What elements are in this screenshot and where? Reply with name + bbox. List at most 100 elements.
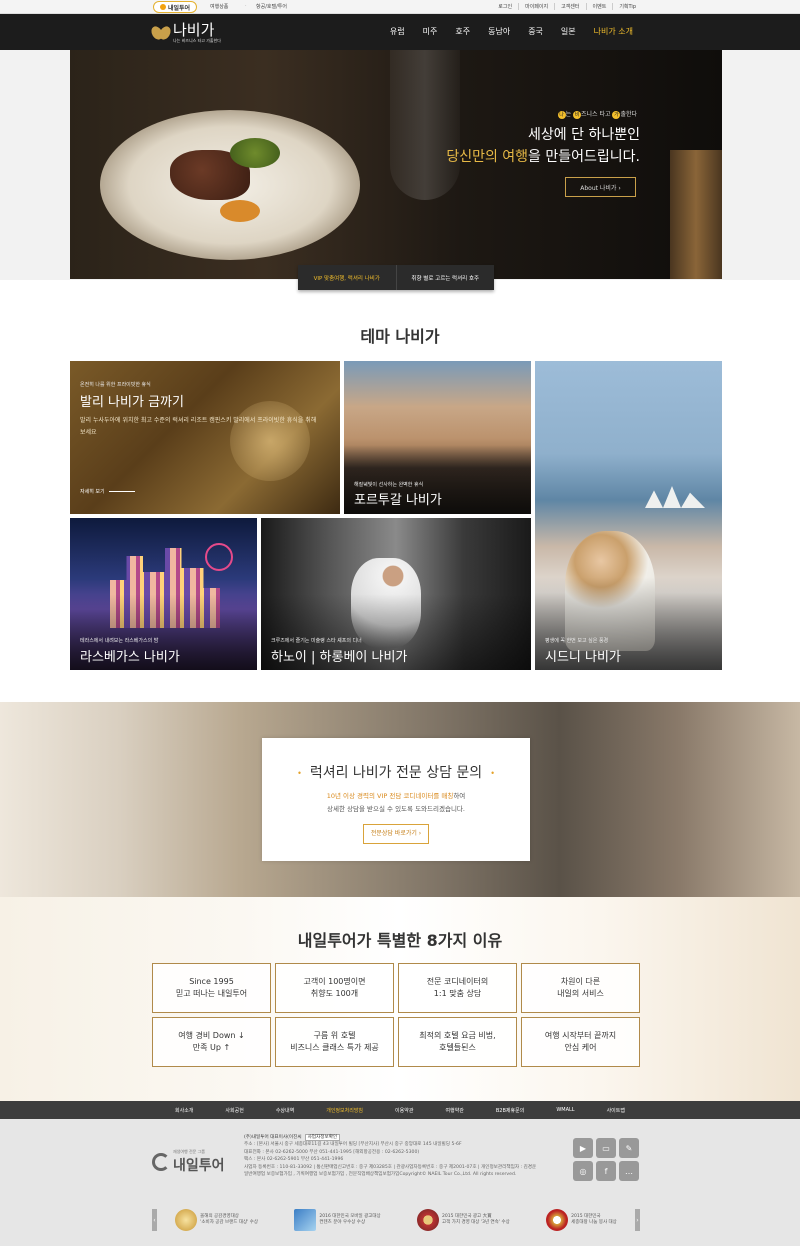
card-title: 시드니 나비가 xyxy=(545,650,621,665)
hero-headline-rest: 을 만들어드립니다. xyxy=(528,149,640,165)
nabiga-logo[interactable]: 나비가 나는 비즈니스 타고 가출한다 xyxy=(152,20,242,46)
footer-link-wmall[interactable]: WMALL xyxy=(540,1107,590,1113)
event-link[interactable]: 이벤트 xyxy=(585,3,613,10)
consult-line-1-rest: 하여 xyxy=(453,792,466,800)
footer-link-social[interactable]: 사회공헌 xyxy=(209,1107,259,1114)
card-caption: 크루즈에서 즐기는 미슐랭 스타 셰프의 디너 xyxy=(271,638,362,644)
nav-japan[interactable]: 일본 xyxy=(552,28,585,36)
company-insurance: 일반여행업 보증보험가입 , 기획여행업 보증보험가입 , 전문직업배상책임보험… xyxy=(244,1172,517,1178)
company-phone: 대표전화 : 본사 02-6262-5000 부산 051-441-1995 [… xyxy=(244,1149,420,1155)
card-title: 하노이 | 하롱베이 나비가 xyxy=(271,650,408,665)
award-text: 2015 대한민국 세종대왕 나눔 봉사 대상 xyxy=(571,1214,617,1225)
footer-link-b2b[interactable]: B2B제휴문의 xyxy=(480,1107,540,1114)
topmenu-air-hotel-tour[interactable]: 항공/호텔/투어 xyxy=(256,3,287,10)
tab-luxury-australia[interactable]: 취향 별로 고르는 럭셔리 호주 xyxy=(395,265,494,290)
footer-navigation: 회사소개 사회공헌 수상내역 개인정보처리방침 이용약관 여행약관 B2B제휴문… xyxy=(0,1101,800,1119)
reason-item: 여행 경비 Down ↓ 만족 Up ↑ xyxy=(152,1017,271,1067)
consult-line-2: 상세한 상담을 받으실 수 있도록 도와드리겠습니다. xyxy=(327,805,465,813)
logo-tagline: 나는 비즈니스 타고 가출한다 xyxy=(173,37,221,43)
nav-europe[interactable]: 유럽 xyxy=(381,28,414,36)
hero-banner: 나는 비 즈니스 타고 가 출한다 세상에 단 하나뿐인 당신만의 여행을 만들어드… xyxy=(70,50,722,279)
consult-line-1: 10년 이상 경력의 VIP 전담 코디네이터를 매칭하여 xyxy=(262,790,530,800)
theme-card-portugal[interactable]: 해질녘빛이 선사하는 완벽한 휴식 포르투갈 나비가 xyxy=(344,361,531,514)
award-item: 2016 대한민국 모바일 광고대상 컨텐츠 분야 우수상 수상 xyxy=(294,1209,381,1231)
nav-americas[interactable]: 미주 xyxy=(414,28,447,36)
blog-icon[interactable]: ✎ xyxy=(619,1138,639,1158)
card-title: 라스베가스 나비가 xyxy=(80,650,180,665)
award-seal-icon xyxy=(175,1209,198,1231)
mypage-link[interactable]: 마이페이지 xyxy=(518,3,554,10)
awards-carousel: ‹ 올해의 공감경영대상 '소비자 공감 브랜드 대상' 수상 2016 대한민… xyxy=(152,1207,640,1233)
ferris-wheel-image xyxy=(205,543,233,571)
wine-glass-image xyxy=(390,50,460,200)
footer-logo-name: 내일투어 xyxy=(173,1158,225,1174)
naeiltour-brand-link[interactable]: 내일투어 xyxy=(153,1,197,13)
theme-card-las-vegas[interactable]: 테라스에서 내려보는 라스베가스의 밤 라스베가스 나비가 xyxy=(70,518,257,670)
reasons-grid: Since 1995 믿고 떠나는 내일투어 고객이 100명이면 취향도 10… xyxy=(152,963,640,1067)
nav-southeast-asia[interactable]: 동남아 xyxy=(479,28,519,36)
theme-card-hanoi[interactable]: 크루즈에서 즐기는 미슐랭 스타 셰프의 디너 하노이 | 하롱베이 나비가 xyxy=(261,518,531,670)
reason-item: 구름 위 호텔 비즈니스 클래스 특가 제공 xyxy=(275,1017,394,1067)
hero-highlight: 당신만의 여행 xyxy=(446,149,529,165)
customer-center-link[interactable]: 고객센터 xyxy=(554,3,585,10)
award-text: 올해의 공감경영대상 '소비자 공감 브랜드 대상' 수상 xyxy=(200,1214,259,1225)
business-info-button[interactable]: 사업자정보확인 xyxy=(304,1134,341,1141)
consult-highlight: 10년 이상 경력의 VIP 전담 코디네이터를 매칭 xyxy=(326,792,454,800)
about-nabiga-button[interactable]: About 나비가 › xyxy=(565,177,636,197)
company-info: (주)내일투어 대표이사(이진씨 사업자정보확인 주소 : [본사] 서울시 중구… xyxy=(244,1134,574,1178)
nav-australia[interactable]: 호주 xyxy=(446,28,479,36)
footer-link-privacy[interactable]: 개인정보처리방침 xyxy=(310,1107,379,1114)
instagram-icon[interactable]: ◎ xyxy=(573,1161,593,1181)
youtube-icon[interactable]: ▶ xyxy=(573,1138,593,1158)
naeiltour-logo-icon xyxy=(152,1153,170,1171)
top-utility-bar: 내일투어 여행상품 · 항공/호텔/투어 로그인 마이페이지 고객센터 이벤트 … xyxy=(0,0,800,14)
awards-next-button[interactable]: › xyxy=(635,1209,640,1231)
login-link[interactable]: 로그인 xyxy=(492,3,518,10)
tip-link[interactable]: 기획Tip xyxy=(612,3,642,10)
award-item: 2015 대한민국 광고 大賞 고객 가치 경영 대상 '3년 연속' 수상 xyxy=(417,1209,510,1231)
award-seal-icon xyxy=(417,1209,440,1231)
reason-item: 전문 코디네이터의 1:1 맞춤 상담 xyxy=(398,963,517,1013)
company-address: 주소 : [본사] 서울시 중구 세종대로11길 43 내일투어 빌딩 [부산지… xyxy=(244,1142,462,1148)
see-more-link[interactable]: 자세히 보기 xyxy=(80,488,135,495)
footer-link-awards[interactable]: 수상내역 xyxy=(260,1107,310,1114)
champagne-bucket-image xyxy=(670,150,722,279)
talk-icon[interactable]: … xyxy=(619,1161,639,1181)
main-menu: 유럽 미주 호주 동남아 중국 일본 나비가 소개 xyxy=(381,28,642,36)
social-links: ▶ ▭ ✎ ◎ f … xyxy=(573,1138,641,1181)
hero-tabs: VIP 맞춤여행, 럭셔리 나비가 취향 별로 고르는 럭셔리 호주 xyxy=(298,265,494,290)
footer-link-terms[interactable]: 이용약관 xyxy=(379,1107,429,1114)
footer-link-sitemap[interactable]: 사이트맵 xyxy=(591,1107,641,1114)
hero-headline-1: 세상에 단 하나뿐인 xyxy=(528,127,640,143)
consult-button[interactable]: 전문상담 바로가기 › xyxy=(362,824,430,844)
theme-card-bali[interactable]: 온전히 나를 위한 프라이빗한 휴식 발리 나비가 금까기 발리 누사두아에 위… xyxy=(70,361,340,514)
hero-headline-2: 당신만의 여행을 만들어드립니다. xyxy=(446,146,640,166)
reason-item: Since 1995 믿고 떠나는 내일투어 xyxy=(152,963,271,1013)
arrow-line-icon xyxy=(108,491,135,492)
sun-logo-icon xyxy=(159,4,166,10)
company-registration: 사업자 등록번호 : 110-81-33092 | 통신판매업신고번호 : 중구… xyxy=(244,1164,537,1170)
card-caption: 해질녘빛이 선사하는 완벽한 휴식 xyxy=(354,482,424,488)
theme-card-sydney[interactable]: 평생에 꼭 한번 보고 싶은 풍경 시드니 나비가 xyxy=(535,361,722,670)
reason-item: 고객이 100명이면 취향도 100개 xyxy=(275,963,394,1013)
footer-link-company[interactable]: 회사소개 xyxy=(159,1107,209,1114)
kicker-part: 즈니스 타고 xyxy=(581,111,613,118)
award-text: 2016 대한민국 모바일 광고대상 컨텐츠 분야 우수상 수상 xyxy=(319,1214,381,1225)
reason-item: 차원이 다른 내일의 서비스 xyxy=(521,963,640,1013)
company-fax: 팩스 : 본사 02-6262-5901 부산 051-441-1996 xyxy=(244,1157,344,1163)
nav-about-nabiga[interactable]: 나비가 소개 xyxy=(585,28,642,36)
award-seal-icon xyxy=(294,1209,317,1231)
facebook-icon[interactable]: f xyxy=(596,1161,616,1181)
tab-vip-custom[interactable]: VIP 맞춤여행, 럭셔리 나비가 xyxy=(298,265,396,290)
theme-section-title: 테마 나비가 xyxy=(360,327,440,346)
award-seal-icon xyxy=(546,1209,569,1231)
brand-label: 내일투어 xyxy=(167,4,191,12)
award-text: 2015 대한민국 광고 大賞 고객 가치 경영 대상 '3년 연속' 수상 xyxy=(442,1214,510,1225)
chat-icon[interactable]: ▭ xyxy=(596,1138,616,1158)
consult-box: 럭셔리 나비가 전문 상담 문의 10년 이상 경력의 VIP 전담 코디네이터… xyxy=(262,738,530,861)
kicker-part: 는 xyxy=(565,111,574,118)
footer-link-travel-terms[interactable]: 여행약관 xyxy=(429,1107,479,1114)
nav-china[interactable]: 중국 xyxy=(519,28,552,36)
topmenu-travel-products[interactable]: 여행상품 xyxy=(210,3,228,10)
kicker-char: 나 xyxy=(557,111,566,119)
